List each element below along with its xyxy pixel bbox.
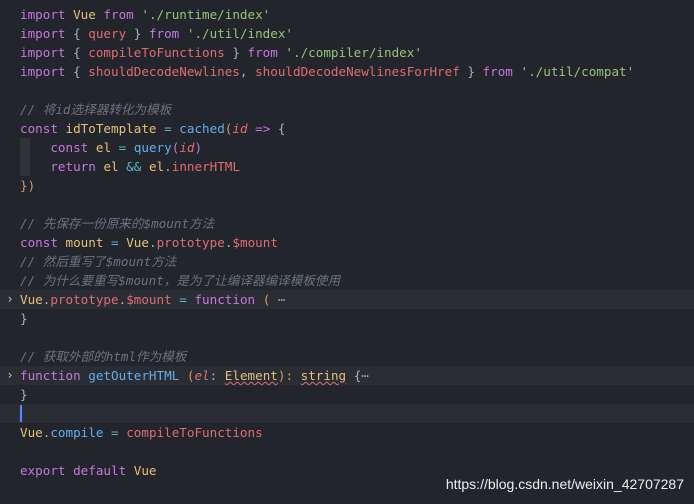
text-cursor	[20, 405, 22, 422]
code-line-23[interactable]: Vue.compile = compileToFunctions	[0, 423, 694, 442]
code-line-4[interactable]: import { shouldDecodeNewlines, shouldDec…	[0, 62, 694, 81]
chevron-right-icon[interactable]: ›	[4, 290, 16, 309]
indent-guide	[20, 157, 30, 176]
code-line-13[interactable]: const mount = Vue.prototype.$mount	[0, 233, 694, 252]
code-line-21[interactable]: }	[0, 385, 694, 404]
chevron-right-icon[interactable]: ›	[4, 366, 16, 385]
code-line-18[interactable]	[0, 328, 694, 347]
code-editor[interactable]: import Vue from './runtime/index' import…	[0, 5, 694, 480]
code-line-2[interactable]: import { query } from './util/index'	[0, 24, 694, 43]
code-line-17[interactable]: }	[0, 309, 694, 328]
folded-code-ellipsis[interactable]: ⋯	[278, 292, 286, 307]
code-line-20[interactable]: › function getOuterHTML (el: Element): st…	[0, 366, 694, 385]
code-line-16[interactable]: › Vue.prototype.$mount = function ( ⋯	[0, 290, 694, 309]
code-line-15[interactable]: // 为什么要重写$mount，是为了让编译器编译模板使用	[0, 271, 694, 290]
code-line-19[interactable]: // 获取外部的html作为模板	[0, 347, 694, 366]
code-line-11[interactable]	[0, 195, 694, 214]
code-line-7[interactable]: const idToTemplate = cached(id => {	[0, 119, 694, 138]
code-line-9[interactable]: return el && el.innerHTML	[0, 157, 694, 176]
code-line-24[interactable]	[0, 442, 694, 461]
code-line-10[interactable]: })	[0, 176, 694, 195]
code-line-12[interactable]: // 先保存一份原来的$mount方法	[0, 214, 694, 233]
watermark-url: https://blog.csdn.net/weixin_42707287	[445, 476, 684, 492]
code-line-3[interactable]: import { compileToFunctions } from './co…	[0, 43, 694, 62]
code-line-8[interactable]: const el = query(id)	[0, 138, 694, 157]
indent-guide	[20, 138, 30, 157]
code-line-22[interactable]	[0, 404, 694, 423]
code-line-5[interactable]	[0, 81, 694, 100]
code-line-1[interactable]: import Vue from './runtime/index'	[0, 5, 694, 24]
folded-code-ellipsis[interactable]: ⋯	[361, 368, 369, 383]
code-line-6[interactable]: // 将id选择器转化为模板	[0, 100, 694, 119]
code-line-14[interactable]: // 然后重写了$mount方法	[0, 252, 694, 271]
